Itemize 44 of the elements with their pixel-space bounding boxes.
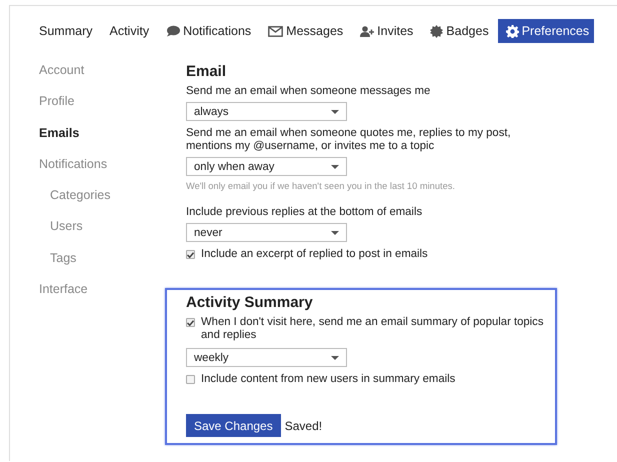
field-label: Send me an email when someone quotes me, replies to my post, mentions my @username, or invites me to a topic (186, 127, 512, 153)
sidebar-item[interactable]: Profile (39, 94, 186, 126)
dropdown[interactable]: weekly (186, 348, 347, 367)
sidebar-item[interactable]: Categories (39, 188, 186, 220)
sidebar-item[interactable]: Emails (39, 126, 186, 157)
checkbox[interactable] (186, 318, 195, 327)
caret-icon (331, 230, 339, 234)
checkbox-label: When I don't visit here, send me an email summary of popular topics and replies (201, 316, 544, 342)
badge-icon (430, 24, 444, 38)
profile-tab[interactable]: Notifications (158, 19, 260, 43)
save-button[interactable]: Save Changes (186, 414, 281, 437)
sidebar-item[interactable]: Notifications (39, 156, 186, 188)
profile-tab[interactable]: Summary (31, 19, 100, 43)
sidebar-item[interactable]: Account (39, 63, 186, 94)
caret-icon (331, 356, 339, 360)
section-heading: Activity Summary (186, 294, 314, 311)
sidebar-item[interactable]: Tags (39, 250, 186, 282)
profile-tab[interactable]: Messages (260, 19, 352, 43)
dropdown[interactable]: only when away (186, 157, 347, 176)
hint-text: We'll only email you if we haven't seen you in the last 10 minutes. (186, 181, 456, 191)
caret-icon (331, 164, 339, 168)
checkmark-icon (187, 252, 194, 258)
profile-tab[interactable]: Badges (422, 19, 497, 43)
dropdown[interactable]: never (186, 223, 347, 242)
profile-tab[interactable]: Invites (352, 19, 422, 43)
sidebar-item[interactable]: Users (39, 219, 186, 251)
checkmark-icon (187, 320, 194, 326)
checkbox[interactable] (186, 375, 195, 384)
gear-icon (506, 24, 519, 38)
envelope-icon (268, 26, 284, 36)
section-heading: Email (186, 63, 228, 80)
profile-tab[interactable]: Preferences (498, 19, 594, 43)
speech-bubble-icon (166, 25, 180, 37)
checkbox-label: Include content from new users in summary emails (201, 373, 456, 386)
checkbox-label: Include an excerpt of replied to post in emails (201, 248, 429, 261)
caret-icon (331, 110, 339, 114)
field-label: Include previous replies at the bottom of emails (186, 206, 424, 219)
profile-tab[interactable]: Activity (101, 19, 158, 43)
checkbox[interactable] (186, 250, 195, 259)
dropdown[interactable]: always (186, 102, 347, 121)
user-plus-icon (360, 26, 374, 36)
sidebar-item[interactable]: Interface (39, 282, 186, 314)
field-label: Send me an email when someone messages me (186, 85, 432, 98)
status-text: Saved! (284, 418, 322, 432)
